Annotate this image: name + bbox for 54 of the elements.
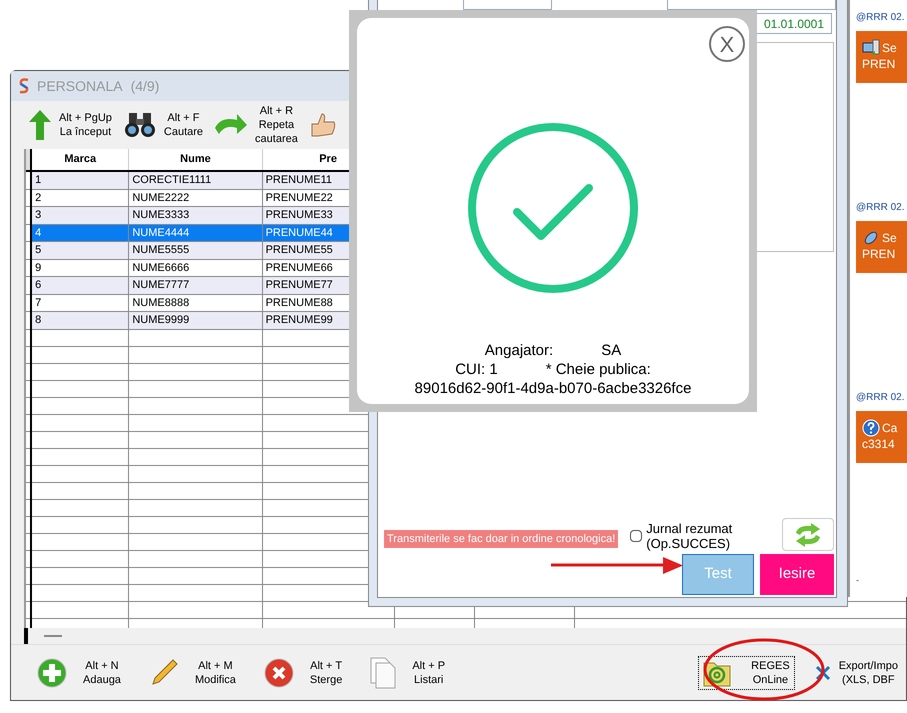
public-key: 89016d62-90f1-4d9a-b070-6acbe3326fce <box>414 379 692 398</box>
binoculars-icon <box>124 111 156 139</box>
message-card[interactable]: Ca c3314 <box>856 411 907 463</box>
table-cell: 8 <box>31 312 129 329</box>
success-check-icon <box>467 122 639 294</box>
table-cell: NUME7777 <box>128 276 262 294</box>
employer-suffix: SA <box>601 341 622 360</box>
message-author: @RRR 02. <box>856 201 906 215</box>
toolbar-button[interactable]: Alt + M Modifica <box>148 658 236 688</box>
plus-icon <box>37 658 67 688</box>
toolbar-button[interactable]: Alt + PgUp La început <box>29 110 112 140</box>
exit-button[interactable]: Iesire <box>760 554 834 595</box>
table-cell: NUME5555 <box>128 242 262 259</box>
up-arrow-icon <box>29 110 51 140</box>
table-cell: NUME3333 <box>128 206 262 224</box>
close-button[interactable]: X <box>709 26 745 62</box>
message-author: @RRR 02. <box>856 391 906 405</box>
column-header[interactable]: Marca <box>31 149 129 171</box>
public-key-label: * Cheie publica: <box>546 360 651 379</box>
table-cell: 6 <box>31 276 129 294</box>
window-title: PERSONALA <box>37 76 123 96</box>
curved-arrow-icon <box>215 114 248 136</box>
thumbs-up-icon <box>310 112 336 138</box>
record-counter: (4/9) <box>130 76 160 96</box>
summary-log-checkbox[interactable]: Jurnal rezumat (Op.SUCCES) <box>630 521 732 551</box>
refresh-button[interactable] <box>782 518 834 551</box>
delete-icon <box>264 658 294 688</box>
message-card[interactable]: Se PREN <box>856 221 907 273</box>
message-author: @RRR 02. <box>856 11 906 25</box>
table-cell: 5 <box>31 242 129 259</box>
message-card[interactable]: Se PREN <box>856 31 907 83</box>
spreadsheet-x-icon <box>814 664 831 680</box>
table-cell: 1 <box>31 171 129 189</box>
table-cell: 3 <box>31 206 129 224</box>
cui-label: CUI: 1 <box>455 360 498 379</box>
computer-icon <box>862 39 880 57</box>
employer-label: Angajator: <box>484 341 554 360</box>
app-logo-icon <box>19 78 29 94</box>
toolbar-button[interactable]: Alt + R Repeta cautarea <box>215 104 298 146</box>
toolbar-button[interactable]: Alt + F Cautare <box>124 111 204 139</box>
export-import-button[interactable]: Export/Impo (XLS, DBF <box>814 658 898 686</box>
column-header[interactable]: Nume <box>128 149 262 171</box>
toolbar-button[interactable]: Alt + N Adauga <box>37 658 121 688</box>
document-icon <box>370 656 396 688</box>
refresh-icon <box>793 522 823 546</box>
table-cell: CORECTIE1111 <box>128 171 262 189</box>
toolbar-button[interactable]: Alt + T Sterge <box>264 658 342 688</box>
reges-online-button[interactable]: REGES OnLine <box>698 656 795 690</box>
table-cell: NUME9999 <box>128 312 262 329</box>
toolbar-button[interactable] <box>310 112 336 138</box>
toolbar-button[interactable]: Alt + P Listari <box>370 656 446 688</box>
warning-banner: Transmiterile se fac doar in ordine cronologica! <box>384 530 618 548</box>
footer-mark: - <box>856 574 860 586</box>
help-icon <box>862 419 880 437</box>
